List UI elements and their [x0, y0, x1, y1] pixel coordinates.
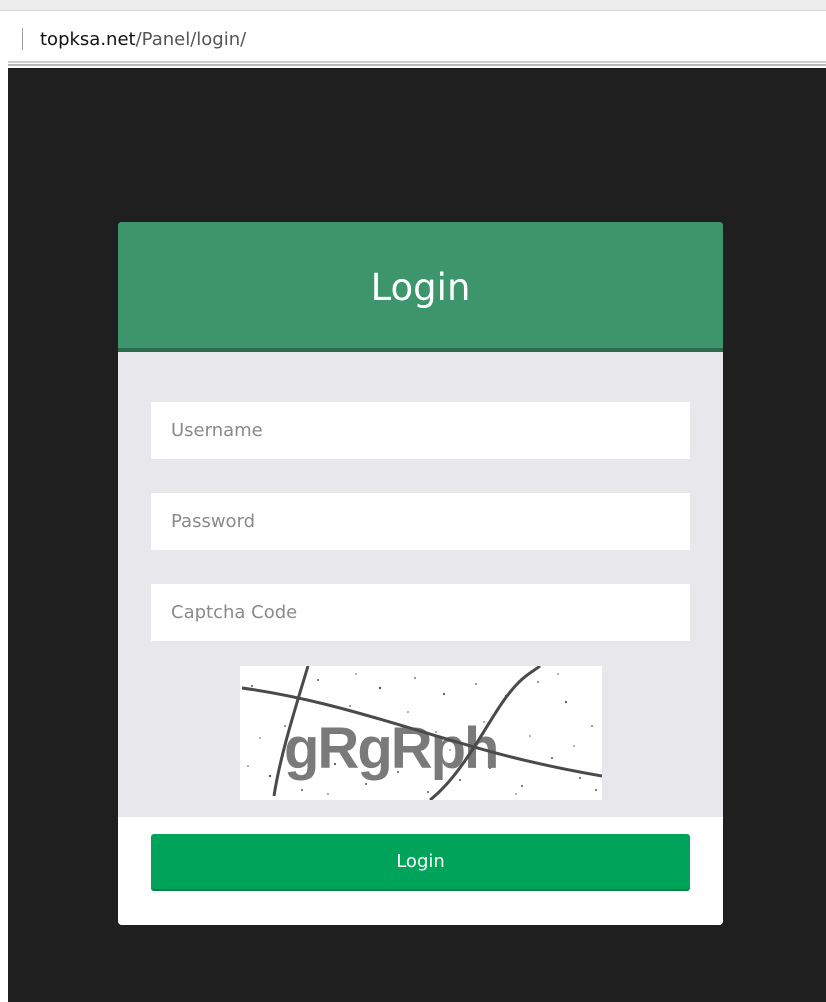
browser-window: topksa.net/Panel/login/ Login Username C…: [0, 0, 826, 1002]
url-path: /Panel/login/: [135, 29, 247, 50]
url-domain: topksa.net: [40, 29, 136, 50]
captcha-svg: gRgRph: [241, 666, 602, 800]
address-bar-border: [8, 61, 826, 63]
url-field[interactable]: topksa.net/Panel/login/: [40, 28, 246, 52]
toolbar-strip: [0, 0, 826, 11]
login-button[interactable]: Login: [151, 834, 690, 891]
login-footer: Login: [118, 817, 723, 925]
address-divider: [22, 28, 23, 50]
password-input[interactable]: [151, 493, 690, 550]
login-panel: Login Username Captcha Code gRgRph Login: [118, 222, 723, 925]
captcha-image: gRgRph: [240, 666, 602, 800]
login-title: Login: [370, 266, 471, 309]
captcha-glyphs: gRgRph: [284, 716, 498, 781]
captcha-input[interactable]: [151, 584, 690, 641]
username-input[interactable]: [151, 402, 690, 459]
address-bar: topksa.net/Panel/login/: [0, 0, 826, 68]
login-header: Login: [118, 222, 723, 352]
address-bar-border-lower: [8, 64, 826, 66]
login-form-body: gRgRph: [118, 352, 723, 817]
